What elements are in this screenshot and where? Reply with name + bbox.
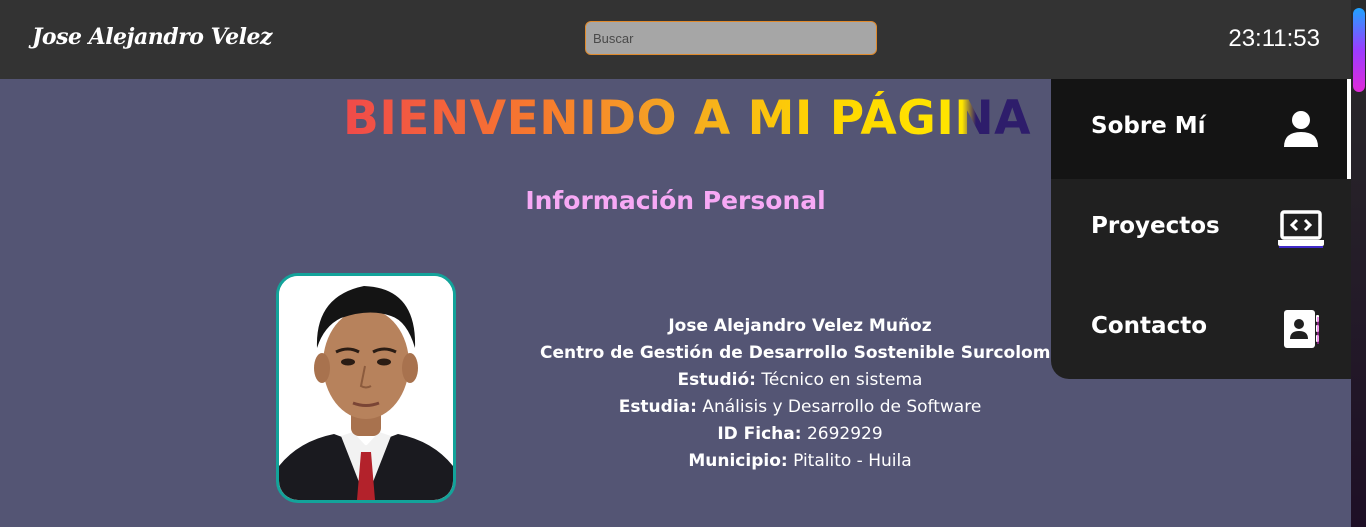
menu-item-label: Contacto bbox=[1091, 313, 1207, 339]
profile-photo-portrait bbox=[279, 276, 453, 500]
info-studied-label: Estudió: bbox=[677, 370, 756, 390]
personal-info: Jose Alejandro Velez Muñoz Centro de Ges… bbox=[540, 313, 1080, 475]
top-navbar: Jose Alejandro Velez 23:11:53 bbox=[0, 0, 1351, 79]
menu-item-label: Sobre Mí bbox=[1091, 113, 1206, 139]
clock: 23:11:53 bbox=[1228, 25, 1320, 52]
profile-photo bbox=[276, 273, 456, 503]
welcome-title: BIENVENIDO A MI PÁGINA bbox=[343, 91, 1032, 146]
info-name: Jose Alejandro Velez Muñoz bbox=[540, 313, 1060, 340]
address-book-icon bbox=[1284, 310, 1319, 348]
info-ficha-label: ID Ficha: bbox=[717, 424, 802, 444]
laptop-code-icon bbox=[1278, 210, 1324, 248]
info-municipio-label: Municipio: bbox=[688, 451, 788, 471]
info-studies-label: Estudia: bbox=[618, 397, 697, 417]
scrollbar[interactable] bbox=[1351, 0, 1366, 527]
info-studies: Estudia: Análisis y Desarrollo de Softwa… bbox=[540, 394, 1060, 421]
scrollbar-thumb[interactable] bbox=[1353, 8, 1365, 92]
menu-item-sobre-mi[interactable]: Sobre Mí bbox=[1051, 79, 1351, 179]
user-icon bbox=[1284, 111, 1318, 147]
info-name-text: Jose Alejandro Velez Muñoz bbox=[668, 316, 932, 336]
info-municipio: Municipio: Pitalito - Huila bbox=[540, 448, 1060, 475]
menu-item-contacto[interactable]: Contacto bbox=[1051, 279, 1351, 379]
info-studied: Estudió: Técnico en sistema bbox=[540, 367, 1060, 394]
info-studied-value: Técnico en sistema bbox=[761, 370, 923, 390]
menu-item-proyectos[interactable]: Proyectos bbox=[1051, 179, 1351, 279]
side-menu: Sobre Mí Proyectos Contacto bbox=[1051, 79, 1351, 379]
menu-item-label: Proyectos bbox=[1091, 213, 1220, 239]
info-municipio-value: Pitalito - Huila bbox=[793, 451, 912, 471]
info-ficha: ID Ficha: 2692929 bbox=[540, 421, 1060, 448]
info-ficha-value: 2692929 bbox=[806, 424, 883, 444]
info-center: Centro de Gestión de Desarrollo Sostenib… bbox=[540, 340, 1080, 367]
brand-name[interactable]: Jose Alejandro Velez bbox=[32, 24, 272, 50]
info-center-text: Centro de Gestión de Desarrollo Sostenib… bbox=[540, 343, 1080, 363]
search-input[interactable] bbox=[585, 21, 877, 55]
info-studies-value: Análisis y Desarrollo de Software bbox=[702, 397, 982, 417]
